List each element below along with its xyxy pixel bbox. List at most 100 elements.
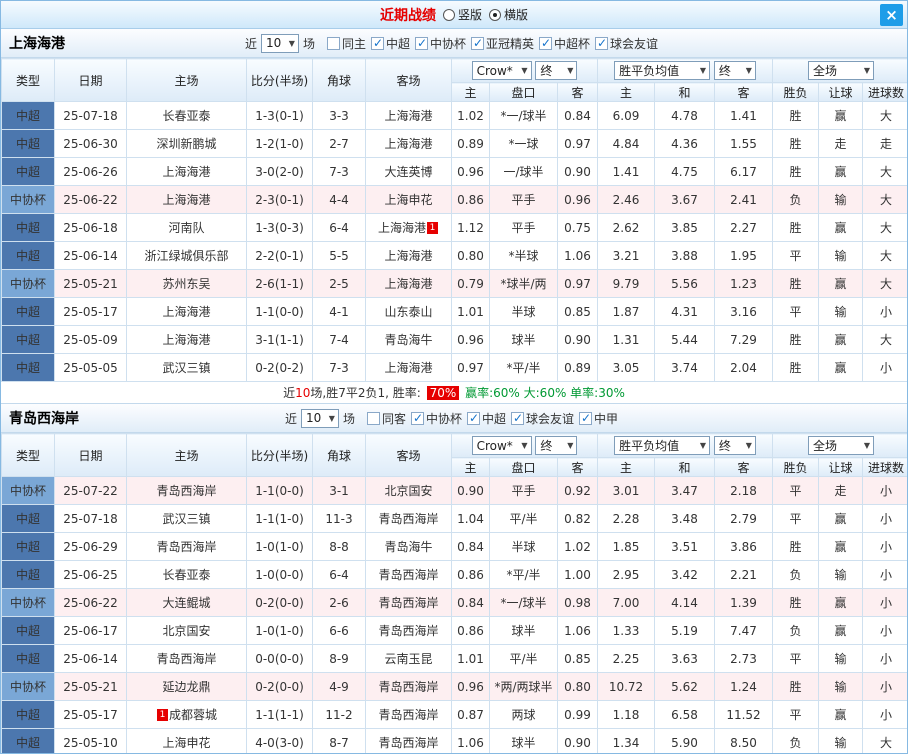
asia-odds-header: Crow* ▼ 终 ▼ [451, 58, 598, 83]
layout-radio-vertical[interactable]: 竖版 [442, 6, 482, 23]
score-cell: 2-3(0-1) [246, 185, 313, 214]
date-cell: 25-05-10 [54, 728, 127, 753]
team-name-text: 上海海港 [384, 249, 433, 263]
filter-option[interactable]: 球会友谊 [511, 410, 574, 427]
filter-option[interactable]: 中协杯 [415, 35, 466, 52]
filter-option[interactable]: 中超 [467, 410, 506, 427]
asia-away-odds-cell: 0.90 [557, 325, 598, 354]
euro-home-odds-cell: 2.46 [597, 185, 655, 214]
team-name-text: 青岛西海岸 [378, 736, 439, 750]
asia-away-odds-cell: 0.97 [557, 269, 598, 298]
asia-home-odds-cell: 0.86 [451, 616, 490, 645]
bookmaker-select[interactable]: Crow* ▼ [471, 436, 532, 455]
filter-option[interactable]: 同客 [366, 410, 406, 427]
filter-option[interactable]: 中超杯 [539, 35, 590, 52]
wdl-result-cell: 负 [772, 728, 819, 753]
date-cell: 25-06-26 [54, 157, 127, 186]
team-name-text: 上海申花 [162, 736, 211, 750]
filter-option[interactable]: 同主 [326, 35, 366, 52]
asia-home-odds-cell: 0.84 [451, 588, 490, 617]
subcol-goals: 进球数 [861, 457, 907, 477]
euro-average-select[interactable]: 胜平负均值 ▼ [614, 61, 711, 80]
summary-bar: 近 10 场,胜7平2负1, 胜率: 70% 赢率:60% 大:60% 单率:30% [1, 382, 907, 404]
asia-home-odds-cell: 0.90 [451, 476, 490, 505]
titlebar: 近期战绩 竖版 横版 × [1, 1, 907, 29]
date-cell: 25-06-30 [54, 129, 127, 158]
away-team-cell: 上海海港 [365, 353, 452, 382]
subcol-asia-home: 主 [451, 457, 490, 477]
filter-option[interactable]: 中甲 [579, 410, 618, 427]
euro-home-odds-cell: 2.95 [597, 560, 655, 589]
summary-text: 场,胜7平2负1, 胜率: [310, 386, 425, 400]
full-match-select[interactable]: 全场 ▼ [808, 61, 874, 80]
checkbox-unchecked-icon [366, 411, 380, 425]
asia-final-select[interactable]: 终 ▼ [535, 436, 578, 455]
date-cell: 25-05-09 [54, 325, 127, 354]
corner-cell: 3-1 [312, 476, 366, 505]
corner-cell: 6-4 [312, 560, 366, 589]
match-count-select[interactable]: 10 ▼ [260, 33, 299, 53]
filter-option[interactable]: 中协杯 [410, 410, 462, 427]
filter-option[interactable]: 中超 [370, 35, 410, 52]
col-type: 类型 [1, 58, 55, 102]
chevron-down-icon: ▼ [745, 66, 752, 75]
asia-home-odds-cell: 1.12 [451, 213, 490, 242]
euro-draw-odds-cell: 5.56 [654, 269, 715, 298]
team-name-text: 青岛西海岸 [378, 512, 439, 526]
asia-handicap-cell: 平手 [489, 185, 558, 214]
corner-cell: 4-9 [312, 672, 366, 701]
euro-draw-odds-cell: 5.90 [654, 728, 715, 753]
section-header: 青岛西海岸 近 10 ▼ 场 同客 中协杯 中超 球会友谊 中甲 [1, 404, 907, 433]
wdl-result-cell: 胜 [772, 532, 819, 561]
away-team-cell: 上海海港 1 [365, 213, 452, 242]
match-count-select[interactable]: 10 ▼ [300, 408, 339, 428]
score-cell: 1-1(0-0) [246, 297, 313, 326]
league-cell: 中超 [1, 129, 55, 158]
euro-away-odds-cell: 3.86 [714, 532, 773, 561]
close-button[interactable]: × [880, 4, 903, 26]
filter-option[interactable]: 亚冠精英 [471, 35, 534, 52]
away-team-cell: 青岛西海岸 [365, 616, 452, 645]
date-cell: 25-06-14 [54, 241, 127, 270]
asia-final-select[interactable]: 终 ▼ [535, 61, 578, 80]
euro-final-select[interactable]: 终 ▼ [713, 61, 756, 80]
date-cell: 25-05-05 [54, 353, 127, 382]
euro-final-select[interactable]: 终 ▼ [713, 436, 756, 455]
team-name-text: 青岛西海岸 [156, 484, 217, 498]
team-name-text: 北京国安 [162, 624, 211, 638]
result-header: 全场 ▼ [771, 433, 907, 458]
euro-home-odds-cell: 3.05 [597, 353, 655, 382]
filter-bar: 近 10 ▼ 场 同客 中协杯 中超 球会友谊 中甲 [285, 408, 623, 428]
euro-average-select[interactable]: 胜平负均值 ▼ [614, 436, 711, 455]
asia-handicap-cell: *两/两球半 [489, 672, 558, 701]
section-home-team: 上海海港 近 10 ▼ 场 同主中超中协杯亚冠精英中超杯球会友谊 类型 [1, 29, 907, 404]
asia-handicap-cell: *平/半 [489, 560, 558, 589]
score-cell: 3-1(1-1) [246, 325, 313, 354]
asia-away-odds-cell: 0.92 [557, 476, 598, 505]
euro-odds-header: 胜平负均值 ▼ 终 ▼ [597, 58, 773, 83]
corner-cell: 3-3 [312, 101, 366, 130]
checkbox-checked-icon [370, 36, 384, 50]
asia-handicap-cell: 一/球半 [489, 157, 558, 186]
handicap-result-cell: 赢 [818, 157, 863, 186]
full-match-select[interactable]: 全场 ▼ [808, 436, 874, 455]
euro-draw-odds-cell: 5.62 [654, 672, 715, 701]
filter-option[interactable]: 球会友谊 [595, 35, 658, 52]
euro-draw-odds-cell: 3.42 [654, 560, 715, 589]
bookmaker-select[interactable]: Crow* ▼ [471, 61, 532, 80]
asia-handicap-cell: *平/半 [489, 353, 558, 382]
euro-draw-odds-cell: 3.74 [654, 353, 715, 382]
goals-result-cell: 大 [861, 728, 907, 753]
asia-home-odds-cell: 1.06 [451, 728, 490, 753]
handicap-result-cell: 走 [818, 129, 863, 158]
team-name-text: 苏州东吴 [162, 277, 211, 291]
layout-radio-horizontal[interactable]: 横版 [489, 6, 528, 23]
euro-home-odds-cell: 9.79 [597, 269, 655, 298]
wdl-result-cell: 平 [772, 644, 819, 673]
score-cell: 0-0(0-0) [246, 644, 313, 673]
date-cell: 25-06-17 [54, 616, 127, 645]
goals-result-cell: 大 [861, 269, 907, 298]
subcol-wdl: 胜负 [772, 82, 819, 102]
euro-away-odds-cell: 1.24 [714, 672, 773, 701]
asia-handicap-cell: 球半 [489, 728, 558, 753]
